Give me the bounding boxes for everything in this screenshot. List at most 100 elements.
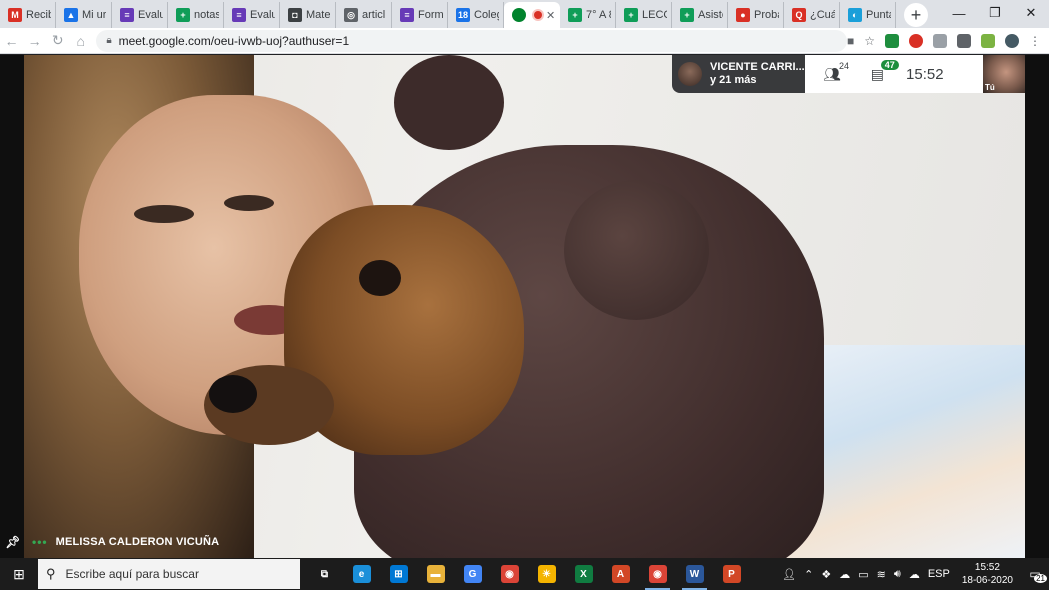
tab-title: Asiste: [698, 9, 723, 21]
browser-tab[interactable]: 18 Coleg: [448, 2, 504, 28]
browser-tab[interactable]: M Recib: [0, 2, 56, 28]
taskbar-app[interactable]: W: [676, 558, 713, 590]
chrome-running-icon: ◉: [648, 565, 667, 583]
taskbar-app[interactable]: ▬: [417, 558, 454, 590]
browser-tab[interactable]: ≡ Evalu: [224, 2, 280, 28]
close-window-button[interactable]: ✕: [1013, 0, 1049, 26]
store-icon: ⊞: [389, 565, 408, 583]
browser-tab[interactable]: ● Proba: [728, 2, 784, 28]
pin-icon[interactable]: 📌︎: [0, 535, 26, 549]
browser-tab[interactable]: ≡ Form: [392, 2, 448, 28]
meet-clock: 15:52: [906, 65, 944, 83]
extension-play-icon[interactable]: [981, 33, 995, 48]
browser-tab[interactable]: + Asiste: [672, 2, 728, 28]
people-tray-icon[interactable]: 👤︎: [782, 568, 796, 581]
taskbar-app[interactable]: ⊞: [380, 558, 417, 590]
active-speaker-chip[interactable]: VICENTE CARRI... y 21 más: [672, 55, 805, 93]
forward-icon[interactable]: →: [23, 33, 46, 49]
taskbar-app[interactable]: X: [565, 558, 602, 590]
action-center-button[interactable]: ▭ 21: [1021, 567, 1049, 583]
taskbar-app[interactable]: A: [602, 558, 639, 590]
browser-tab[interactable]: + notas: [168, 2, 224, 28]
browser-tab[interactable]: +7° A 8: [560, 2, 616, 28]
taskbar-app[interactable]: ⧉: [306, 558, 343, 590]
taskbar-app[interactable]: e: [343, 558, 380, 590]
extensions-area: ■ ☆ ⋮: [847, 33, 1049, 48]
camera-icon[interactable]: ■: [847, 34, 854, 48]
quizizz-icon: Q: [792, 8, 806, 22]
file-explorer-icon: ▬: [426, 565, 445, 583]
taskbar-app[interactable]: P: [713, 558, 750, 590]
search-placeholder: Escribe aquí para buscar: [65, 567, 199, 581]
taskbar-search[interactable]: ⚲ Escribe aquí para buscar: [38, 559, 300, 589]
browser-tab[interactable]: ▲ Mi ur: [56, 2, 112, 28]
system-tray: 👤︎ ⌃ ❖ ☁ ▭ ≋ 🔊︎ ☁ ESP 15:52 18-06-2020 ▭…: [778, 558, 1049, 590]
minimize-button[interactable]: —: [941, 0, 977, 26]
dropbox-icon[interactable]: ❖: [821, 568, 831, 581]
cloud-icon[interactable]: ☁: [839, 568, 850, 581]
browser-tab[interactable]: ◐ Punta: [840, 2, 896, 28]
reload-icon[interactable]: ↻: [46, 32, 69, 49]
wifi-icon[interactable]: ≋: [877, 568, 886, 581]
taskbar-clock[interactable]: 15:52 18-06-2020: [962, 561, 1013, 587]
extension-cast-icon[interactable]: [957, 33, 971, 48]
extension-record-icon[interactable]: [909, 33, 923, 48]
browser-tab[interactable]: ◘ Mate: [280, 2, 336, 28]
taskbar-app[interactable]: ☀: [528, 558, 565, 590]
tab-title: Form: [418, 9, 443, 21]
start-button[interactable]: ⊞: [0, 558, 38, 590]
participants-button[interactable]: 👥︎ 24: [823, 61, 849, 83]
taskbar-app[interactable]: G: [454, 558, 491, 590]
chat-button[interactable]: ▤ 47: [871, 59, 899, 83]
google-icon: G: [463, 565, 482, 583]
notification-count: 21: [1034, 574, 1047, 583]
back-icon[interactable]: ←: [0, 33, 23, 49]
home-icon[interactable]: ⌂: [69, 33, 92, 49]
battery-icon[interactable]: ▭: [858, 568, 868, 581]
self-view-tile[interactable]: Tú: [983, 55, 1025, 93]
chrome-icon: ◉: [500, 565, 519, 583]
onedrive-icon[interactable]: ☁: [909, 568, 920, 581]
browser-tab[interactable]: ◎ articl: [336, 2, 392, 28]
forms-icon: ≡: [120, 8, 134, 22]
participants-count: 24: [839, 60, 850, 71]
extension-check-icon[interactable]: [885, 33, 899, 48]
browser-tab[interactable]: Q ¿Cuál: [784, 2, 840, 28]
self-label: Tú: [985, 83, 995, 92]
browser-tab[interactable]: ≡ Evalu: [112, 2, 168, 28]
chat-count-badge: 47: [880, 59, 899, 70]
language-indicator[interactable]: ESP: [928, 568, 950, 580]
windows-logo-icon: ⊞: [13, 565, 25, 582]
chevron-up-icon[interactable]: ⌃: [804, 568, 813, 581]
tab-title: Mate: [306, 9, 331, 21]
taskbar-apps: ⧉ e ⊞ ▬ G ◉ ☀ X A ◉ W P: [306, 558, 750, 590]
edge-icon: e: [352, 565, 371, 583]
taskbar-app[interactable]: ◉: [639, 558, 676, 590]
extension-gray-icon[interactable]: [933, 33, 947, 48]
lock-icon[interactable]: 🔒︎: [106, 35, 111, 46]
new-tab-button[interactable]: +: [904, 3, 928, 27]
main-video-feed: [24, 55, 1025, 558]
word-icon: W: [685, 565, 704, 583]
address-bar[interactable]: 🔒︎ meet.google.com/oeu-ivwb-uoj?authuser…: [96, 29, 847, 52]
search-icon: ⚲: [46, 566, 56, 581]
calendar-icon: 18: [456, 8, 470, 22]
browser-tab[interactable]: + LECCI: [616, 2, 672, 28]
restore-button[interactable]: ❐: [977, 0, 1013, 26]
profile-avatar[interactable]: [1005, 33, 1019, 48]
url-text: meet.google.com/oeu-ivwb-uoj?authuser=1: [118, 33, 350, 48]
tab-title: Mi ur: [82, 9, 107, 21]
window-controls: — ❐ ✕: [941, 0, 1049, 26]
tab-title: Proba: [754, 9, 779, 21]
volume-icon[interactable]: 🔊︎: [894, 568, 901, 581]
close-tab-icon[interactable]: ✕: [546, 9, 555, 22]
taskbar-time: 15:52: [974, 562, 1000, 573]
taskbar-app[interactable]: ◉: [491, 558, 528, 590]
sheets-icon: +: [624, 8, 638, 22]
browser-tab-active[interactable]: ✕: [504, 2, 560, 28]
star-icon[interactable]: ☆: [864, 34, 875, 48]
tab-title: Evalu: [250, 9, 275, 21]
windows-taskbar: ⊞ ⚲ Escribe aquí para buscar ⧉ e ⊞ ▬ G ◉ ☀ X A ◉ W…: [0, 558, 1049, 590]
powerpoint-icon: P: [722, 565, 741, 583]
menu-dots-icon[interactable]: ⋮: [1029, 34, 1041, 48]
